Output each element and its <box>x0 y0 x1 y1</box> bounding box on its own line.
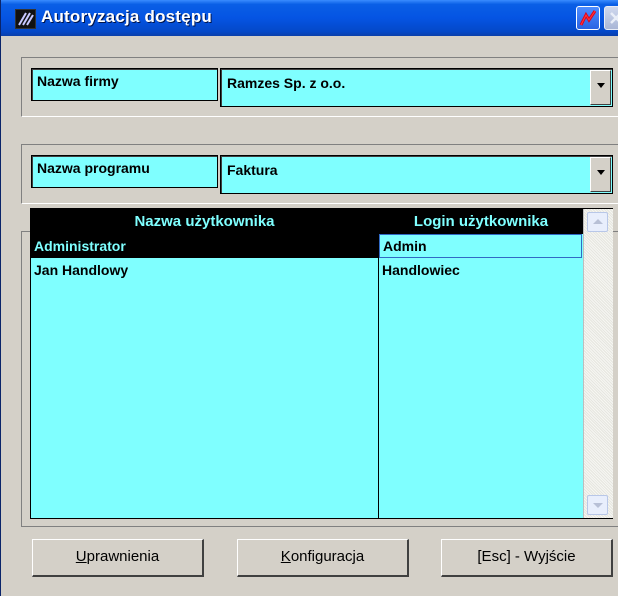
table-row-login[interactable]: Handlowiec <box>379 258 582 282</box>
title-bar[interactable]: Autoryzacja dostępu <box>1 0 618 36</box>
permissions-button[interactable]: Uprawnienia <box>32 539 204 577</box>
configuration-accel: K <box>280 548 291 565</box>
company-dropdown-button[interactable] <box>590 70 611 105</box>
auth-dialog-window: Autoryzacja dostępu Nazwa firmy Ramzes S… <box>0 0 618 596</box>
exit-button[interactable]: [Esc] - Wyjście <box>441 539 613 577</box>
program-label: Nazwa programu <box>31 155 218 188</box>
app-logo-icon <box>15 9 36 29</box>
permissions-label: prawnienia <box>86 548 160 565</box>
window-title: Autoryzacja dostępu <box>41 7 212 26</box>
configuration-button[interactable]: Konfiguracja <box>237 539 409 577</box>
scroll-up-button[interactable] <box>587 212 608 232</box>
table-row-login-selected[interactable]: Admin <box>379 234 582 258</box>
program-combobox[interactable]: Faktura <box>220 155 613 194</box>
company-combobox[interactable]: Ramzes Sp. z o.o. <box>220 68 613 107</box>
scroll-down-button[interactable] <box>587 495 608 515</box>
company-label: Nazwa firmy <box>31 68 218 101</box>
program-dropdown-button[interactable] <box>590 157 611 192</box>
help-icon <box>579 10 597 26</box>
program-value: Faktura <box>227 162 278 178</box>
table-row-name-selected[interactable]: Administrator <box>31 234 378 258</box>
company-value: Ramzes Sp. z o.o. <box>227 75 346 91</box>
column-header-user-name[interactable]: Nazwa użytkownika <box>31 209 378 234</box>
buttons-separator <box>21 526 618 527</box>
exit-label: [Esc] - Wyjście <box>477 548 576 565</box>
help-button[interactable] <box>576 6 600 30</box>
users-table-scrollbar[interactable] <box>583 209 613 518</box>
table-row-name[interactable]: Jan Handlowy <box>31 258 378 282</box>
close-icon <box>610 12 618 24</box>
permissions-accel: U <box>75 548 87 565</box>
close-button[interactable] <box>604 6 618 30</box>
configuration-label: onfiguracja <box>290 548 365 565</box>
users-table[interactable]: Nazwa użytkownika Login użytkownika Admi… <box>30 208 613 519</box>
column-header-user-login[interactable]: Login użytkownika <box>379 209 583 234</box>
